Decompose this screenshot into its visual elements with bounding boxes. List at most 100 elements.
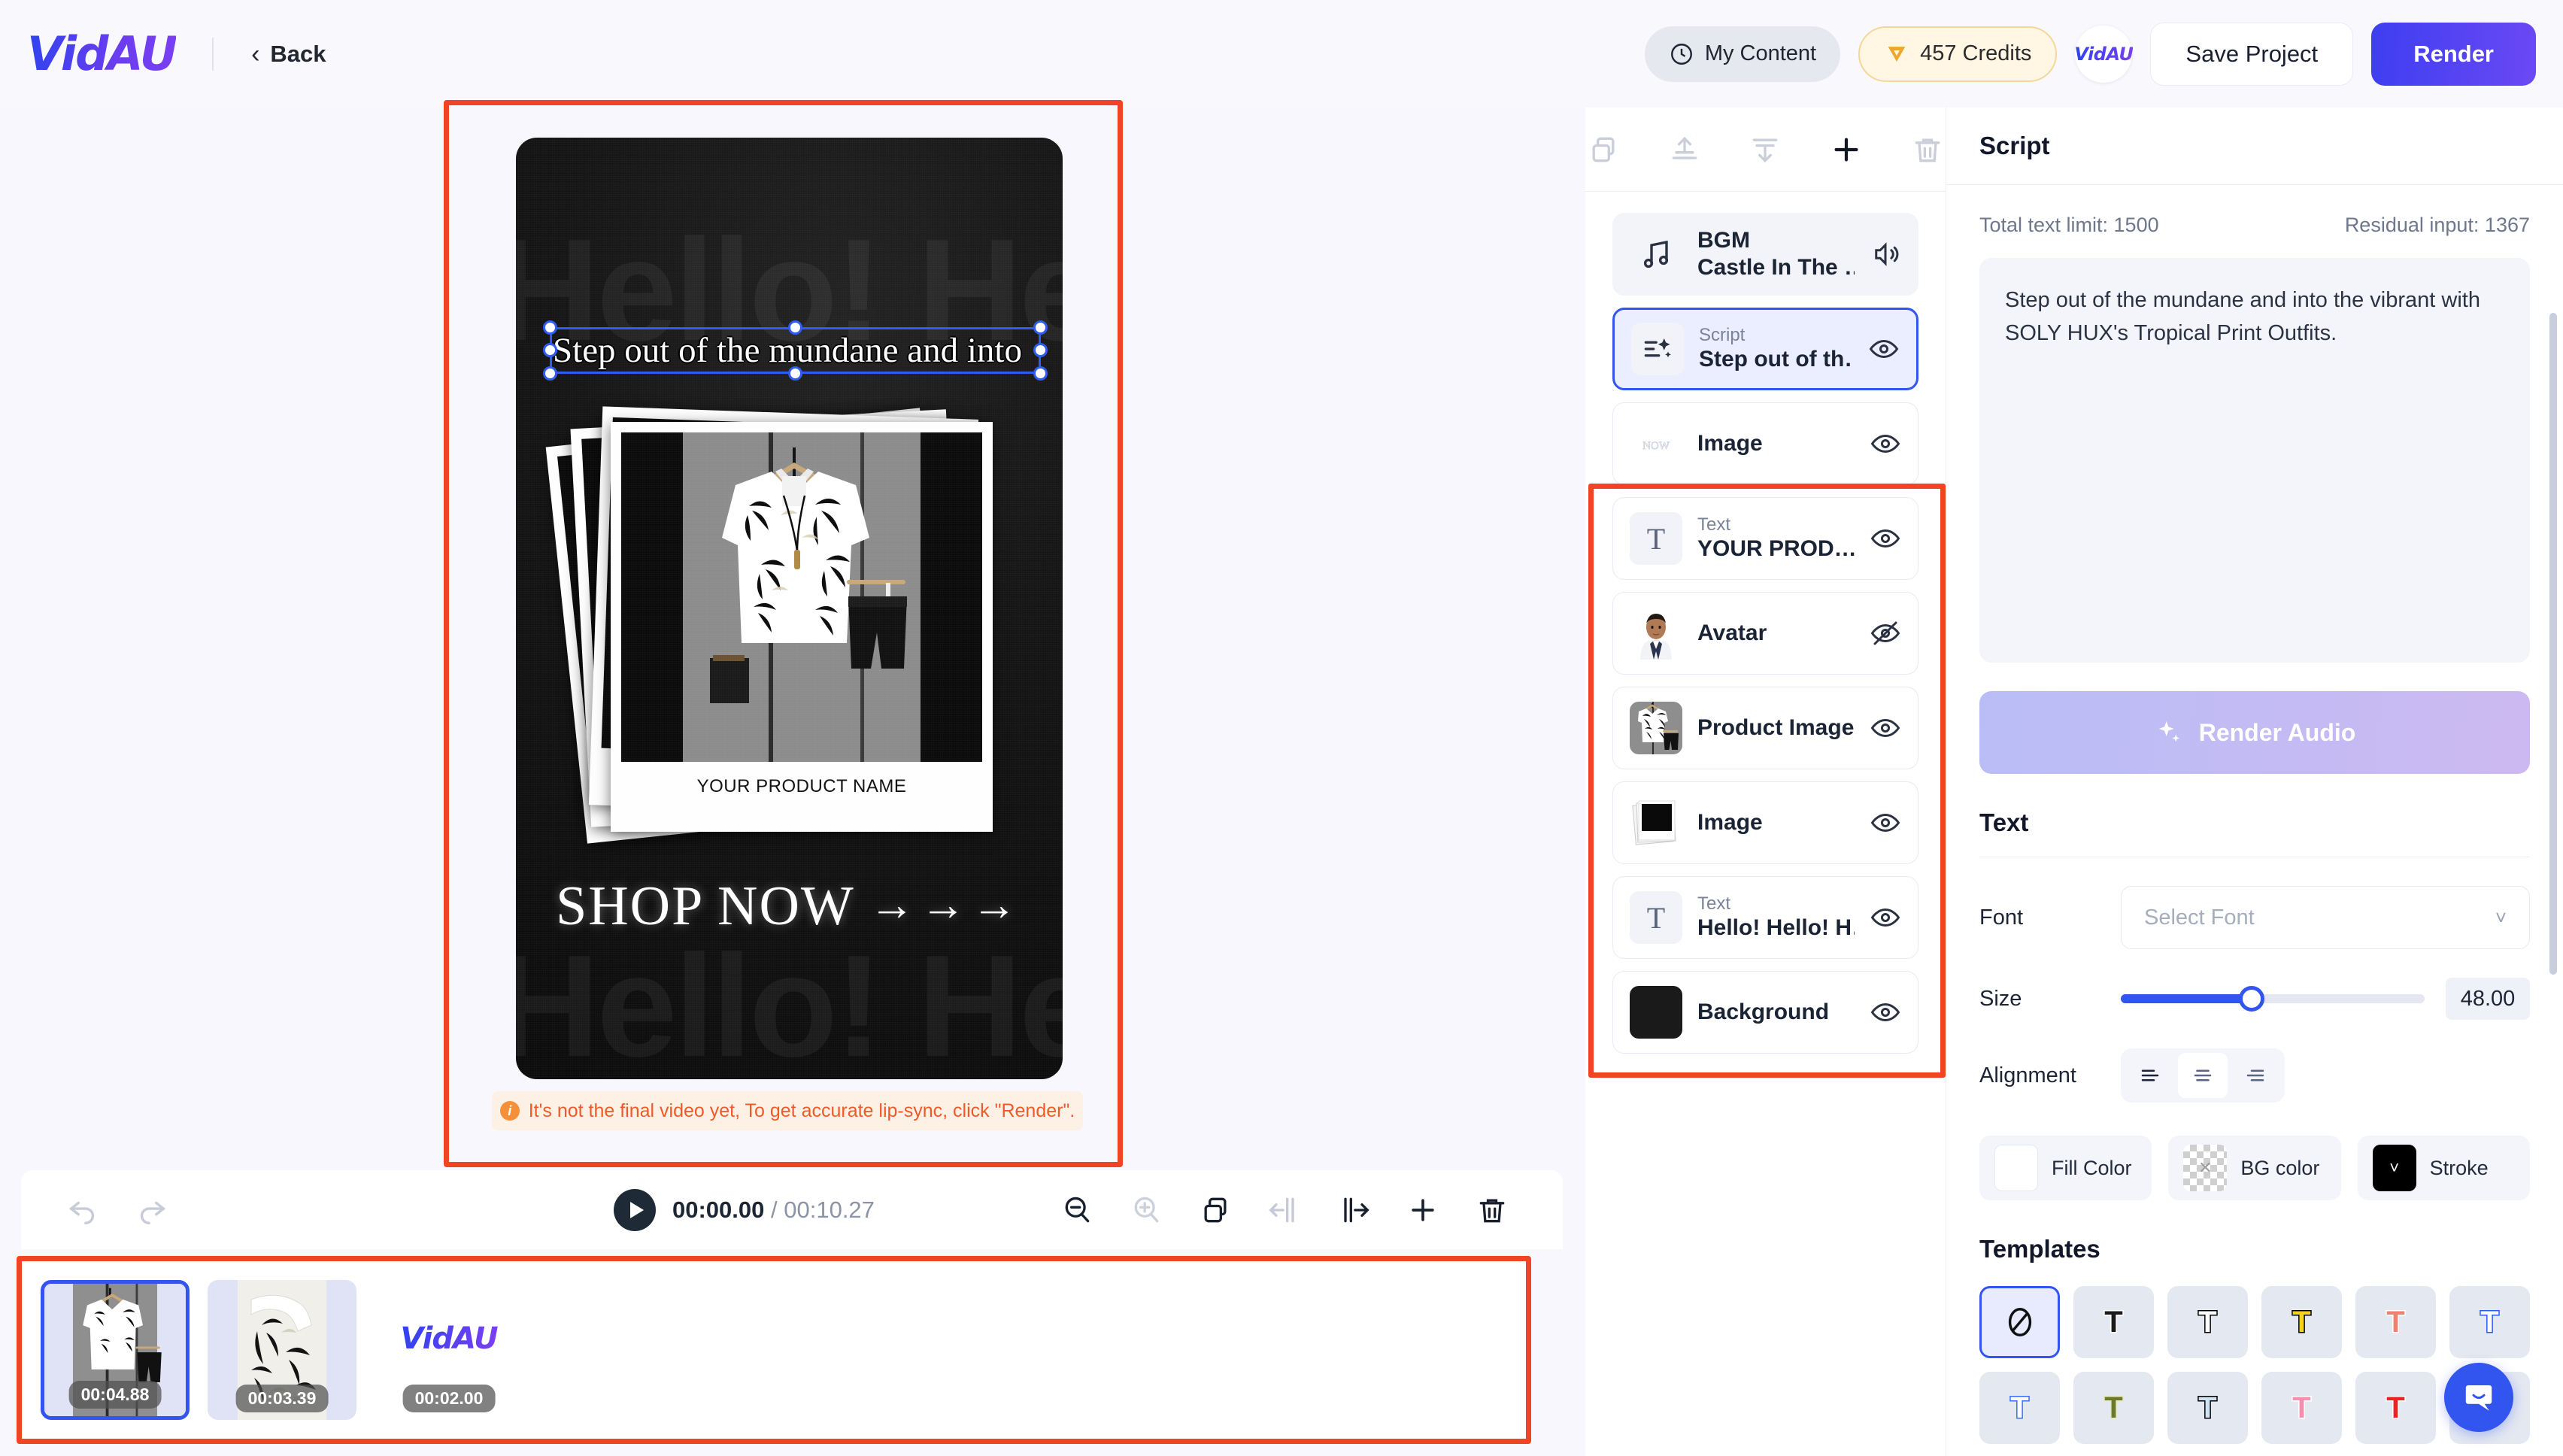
- resize-handle-tl[interactable]: [543, 320, 557, 335]
- polaroid-front[interactable]: YOUR PRODUCT NAME: [611, 422, 993, 832]
- play-button[interactable]: [614, 1188, 656, 1231]
- layer-item-bgm[interactable]: BGM Castle In The …: [1612, 213, 1918, 296]
- size-slider-knob[interactable]: [2238, 986, 2264, 1012]
- undo-icon[interactable]: [65, 1192, 101, 1228]
- eye-off-icon[interactable]: [1870, 617, 1901, 649]
- timeline-clip-3[interactable]: VidAU 00:02.00: [375, 1280, 523, 1420]
- zoom-out-icon[interactable]: [1059, 1192, 1095, 1228]
- svg-text:NOW: NOW: [1642, 440, 1670, 452]
- resize-handle-tr[interactable]: [1033, 320, 1048, 335]
- resize-handle-bl[interactable]: [543, 366, 557, 381]
- delete-clip-icon[interactable]: [1474, 1192, 1510, 1228]
- text-t-icon: T: [1630, 512, 1682, 565]
- layer-hello-kind: Text: [1697, 893, 1731, 915]
- template-3[interactable]: T: [2261, 1286, 2342, 1358]
- align-left-button[interactable]: [2125, 1053, 2175, 1098]
- font-select[interactable]: Select Font ˅: [2121, 886, 2530, 949]
- avatar-thumb: [1630, 607, 1682, 660]
- timeline-track[interactable]: 00:04.88 00:03.39 VidAU 00:02.00: [21, 1260, 1527, 1439]
- template-10[interactable]: T: [2355, 1372, 2436, 1444]
- size-value[interactable]: 48.00: [2446, 978, 2530, 1020]
- duplicate-icon[interactable]: [1197, 1192, 1233, 1228]
- product-thumb-art: [1630, 702, 1682, 754]
- stroke-color-button[interactable]: ˅ Stroke: [2357, 1136, 2530, 1200]
- clip-duration-2: 00:03.39: [235, 1385, 329, 1412]
- template-8[interactable]: T: [2167, 1372, 2248, 1444]
- my-content-button[interactable]: My Content: [1644, 26, 1841, 82]
- resize-handle-br[interactable]: [1033, 366, 1048, 381]
- layer-item-text-hello[interactable]: T Text Hello! Hello! H…: [1612, 876, 1918, 959]
- back-button[interactable]: ‹ Back: [251, 41, 326, 68]
- layer-item-product-image[interactable]: Product Image: [1612, 687, 1918, 769]
- volume-on-icon[interactable]: [1870, 238, 1901, 270]
- save-project-label: Save Project: [2185, 40, 2319, 67]
- layer-item-avatar[interactable]: Avatar: [1612, 592, 1918, 675]
- eye-icon[interactable]: [1868, 333, 1900, 365]
- script-textarea[interactable]: Step out of the mundane and into the vib…: [1979, 258, 2530, 663]
- credits-button[interactable]: 457 Credits: [1858, 26, 2058, 82]
- template-2[interactable]: T: [2167, 1286, 2248, 1358]
- total-time: / 00:10.27: [771, 1196, 875, 1223]
- layer-item-image-shopnow[interactable]: NOW Image: [1612, 402, 1918, 485]
- split-right-icon[interactable]: [1336, 1192, 1372, 1228]
- script-scrollbar[interactable]: [2549, 313, 2557, 975]
- layer-add-icon[interactable]: [1828, 132, 1864, 168]
- eye-icon[interactable]: [1870, 428, 1901, 460]
- eye-icon[interactable]: [1870, 712, 1901, 744]
- add-clip-icon[interactable]: [1405, 1192, 1441, 1228]
- chat-support-button[interactable]: [2444, 1363, 2513, 1432]
- video-preview-canvas[interactable]: Hello! Hello! H Hello! Hello! H: [516, 138, 1063, 1079]
- header-actions: My Content 457 Credits VidAU Save Projec…: [1644, 22, 2536, 86]
- timeline-clip-2[interactable]: 00:03.39: [208, 1280, 356, 1420]
- shop-now-label: SHOP NOW: [556, 875, 854, 937]
- lipsync-warning: i It's not the final video yet, To get a…: [492, 1091, 1083, 1130]
- resize-handle-ml[interactable]: [543, 343, 557, 357]
- split-left-icon[interactable]: [1266, 1192, 1303, 1228]
- template-5[interactable]: T: [2449, 1286, 2530, 1358]
- eye-icon[interactable]: [1870, 996, 1901, 1028]
- eye-icon[interactable]: [1870, 807, 1901, 839]
- size-slider[interactable]: [2121, 986, 2425, 1012]
- render-audio-button[interactable]: Render Audio: [1979, 691, 2530, 774]
- template-9[interactable]: T: [2261, 1372, 2342, 1444]
- layer-item-background[interactable]: Background: [1612, 971, 1918, 1054]
- resize-handle-bc[interactable]: [788, 366, 802, 381]
- template-4[interactable]: T: [2355, 1286, 2436, 1358]
- header-divider: [212, 37, 214, 71]
- layer-duplicate-icon[interactable]: [1585, 132, 1621, 168]
- send-to-back-icon[interactable]: [1748, 132, 1784, 168]
- layer-item-script[interactable]: Script Step out of th…: [1612, 308, 1918, 390]
- align-center-button[interactable]: [2178, 1053, 2228, 1098]
- fill-color-button[interactable]: Fill Color: [1979, 1136, 2152, 1200]
- resize-handle-mr[interactable]: [1033, 343, 1048, 357]
- layer-avatar-name: Avatar: [1697, 620, 1767, 645]
- align-right-button[interactable]: [2231, 1053, 2280, 1098]
- template-6[interactable]: T: [1979, 1372, 2060, 1444]
- save-project-button[interactable]: Save Project: [2150, 22, 2354, 86]
- vidau-badge-label: VidAU: [2074, 43, 2134, 65]
- bring-to-front-icon[interactable]: [1667, 132, 1703, 168]
- layer-product-image-name: Product Image: [1697, 715, 1855, 740]
- resize-handle-tc[interactable]: [788, 320, 802, 335]
- timeline-clip-1[interactable]: 00:04.88: [41, 1280, 190, 1420]
- vidau-logo[interactable]: VidAU: [27, 26, 177, 81]
- bg-color-button[interactable]: ✕ BG color: [2168, 1136, 2341, 1200]
- template-7[interactable]: T: [2073, 1372, 2154, 1444]
- vidau-badge-button[interactable]: VidAU: [2074, 25, 2134, 83]
- layer-item-text-product[interactable]: T Text YOUR PROD…: [1612, 497, 1918, 580]
- render-button[interactable]: Render: [2371, 22, 2536, 86]
- timeline-toolbar: 00:00.00 / 00:10.27: [21, 1170, 1563, 1249]
- eye-icon[interactable]: [1870, 902, 1901, 933]
- timeline-tools: [1059, 1192, 1510, 1228]
- template-1[interactable]: T: [2073, 1286, 2154, 1358]
- alignment-group: [2121, 1048, 2285, 1103]
- polaroid-stack: YOUR PRODUCT NAME: [544, 406, 1033, 851]
- layer-delete-icon[interactable]: [1909, 132, 1946, 168]
- template-none[interactable]: [1979, 1286, 2060, 1358]
- no-style-icon: [2008, 1308, 2031, 1336]
- redo-icon[interactable]: [134, 1192, 170, 1228]
- layer-item-image-polaroid[interactable]: Image: [1612, 781, 1918, 864]
- eye-icon[interactable]: [1870, 523, 1901, 554]
- render-label: Render: [2413, 40, 2494, 67]
- zoom-in-icon[interactable]: [1128, 1192, 1164, 1228]
